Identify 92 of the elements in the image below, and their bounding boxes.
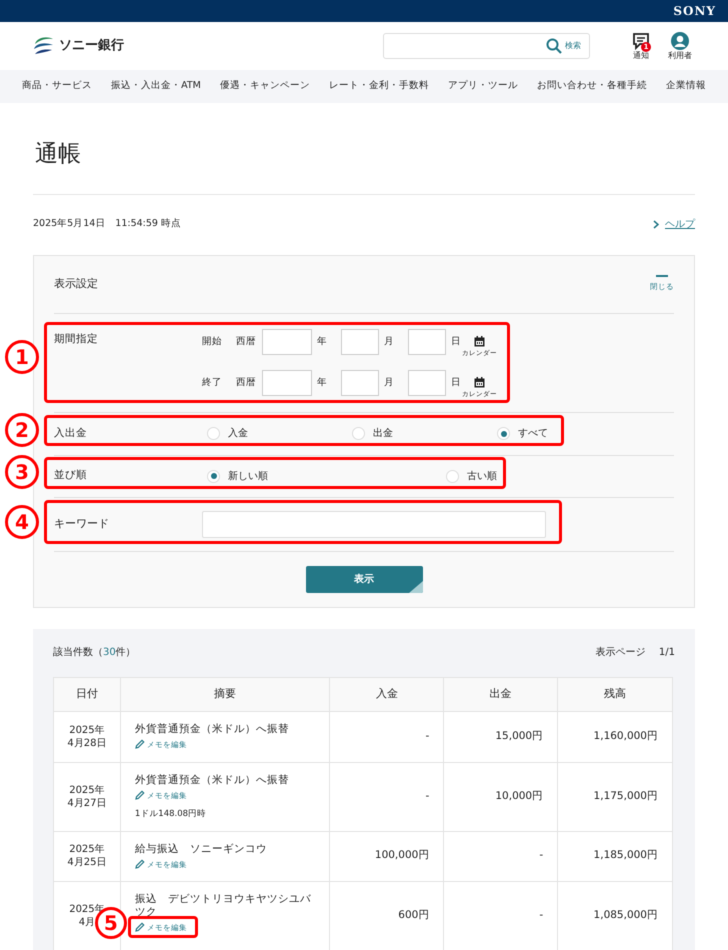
nav-link[interactable]: 企業情報 [666,79,706,94]
panel-title: 表示設定 [54,276,98,292]
field-label: 開始 [202,334,223,349]
date-cell: 2025年 [69,724,105,736]
column-header: 入金 [330,677,444,711]
nav-link[interactable]: レート・金利・手数料 [328,79,429,94]
date-cell: 4月28日 [67,736,106,750]
field-label: 年 [316,334,328,349]
description-text: 外貨普通預金（米ドル）へ振替 [134,774,290,786]
amount-cell: - [444,831,558,881]
date-cell: 2025年 [69,843,105,856]
chat-icon [632,32,650,50]
page-indicator: 表示ページ 1/1 [596,646,675,660]
column-header: 出金 [444,677,558,711]
field-label: 日 [450,334,460,349]
calendar-icon [474,336,485,346]
field-label: 期間指定 [54,332,99,346]
field-label: キーワード [54,516,110,532]
calendar-icon [474,376,485,388]
amount-cell: 10,000円 [444,762,558,831]
field-label: 月 [383,334,395,349]
field-label: 終了 [202,376,223,390]
nav-link[interactable]: アプリ・ツール [448,79,518,94]
amount-cell: - [330,762,444,831]
rate-note: 1ドル148.08円時 [134,808,208,821]
description-text: 振込 デビツトリヨウキヤツシユバツク [134,892,312,918]
result-count: 該当件数（30件） [53,646,136,660]
page-title: 通帳 [34,140,82,169]
callout-number: 1 [5,340,39,374]
field-label: 西暦 [236,334,257,349]
search-button[interactable]: 検索 [546,38,581,54]
day-field[interactable] [408,370,446,396]
brand-logo[interactable]: SONY [673,2,716,20]
help-link[interactable]: ヘルプ [653,217,695,232]
user-icon [671,32,689,50]
pencil-icon [134,790,145,800]
field-label: 日 [450,376,460,390]
nav-link[interactable]: 振込・入出金・ATM [111,79,201,94]
field-label: 年 [316,376,328,390]
amount-cell: 1,185,000円 [558,831,672,881]
nav-link[interactable]: お問い合わせ・各種手続 [536,79,647,94]
description-text: 給与振込 ソニーギンコウ [134,842,268,856]
day-field[interactable] [408,329,446,355]
radio-option[interactable]: 新しい順 [207,468,268,484]
date-cell: 4月 [78,916,96,929]
date-cell: 4月27日 [67,796,106,810]
radio-button[interactable] [207,470,220,482]
callout-number: 2 [5,413,39,447]
field-label: 入出金 [54,426,88,441]
radio-button[interactable] [207,427,220,440]
nav-link[interactable]: 優遇・キャンペーン [220,79,310,94]
callout-number: 3 [5,455,39,489]
column-header: 日付 [54,677,120,711]
description-text: 外貨普通預金（米ドル）へ振替 [134,722,290,736]
year-field[interactable] [262,329,312,355]
amount-cell: - [330,711,444,762]
search-field[interactable]: 検索 [383,33,590,59]
radio-option[interactable]: 入金 [207,426,248,441]
radio-option[interactable]: すべて [497,426,548,441]
field-label: 西暦 [236,376,257,390]
pencil-icon [134,859,145,870]
column-header: 残高 [558,677,672,711]
display-button[interactable]: 表示 [306,566,422,592]
keyword-field[interactable] [202,510,546,538]
amount-cell: 1,175,000円 [558,762,672,831]
search-icon [546,38,562,54]
pencil-icon [134,739,145,750]
field-label: 月 [383,376,395,390]
month-field[interactable] [341,329,379,355]
pencil-icon [134,922,145,932]
logo-text[interactable]: ソニー銀行 [59,36,124,56]
field-label: 並び順 [54,468,88,484]
month-field[interactable] [341,370,379,396]
logo-icon [33,36,55,56]
amount-cell: 15,000円 [444,711,558,762]
callout-number: 4 [5,505,39,539]
chevron-icon [653,220,659,229]
radio-button[interactable] [446,470,459,482]
amount-cell: 1,160,000円 [558,711,672,762]
year-field[interactable] [262,370,312,396]
amount-cell: 100,000円 [330,831,444,881]
radio-button[interactable] [497,427,510,440]
timestamp: 2025年5月14日 11:54:59 時点 [33,217,181,232]
radio-option[interactable]: 古い順 [446,468,497,484]
date-cell: 2025年 [69,784,105,796]
minus-icon [656,275,668,278]
user-button[interactable]: 利用者 [668,32,692,60]
radio-option[interactable]: 出金 [352,426,393,441]
nav-link[interactable]: 商品・サービス [22,79,92,94]
date-cell: 4月25日 [67,856,106,869]
column-header: 摘要 [120,677,330,711]
radio-button[interactable] [352,427,365,440]
